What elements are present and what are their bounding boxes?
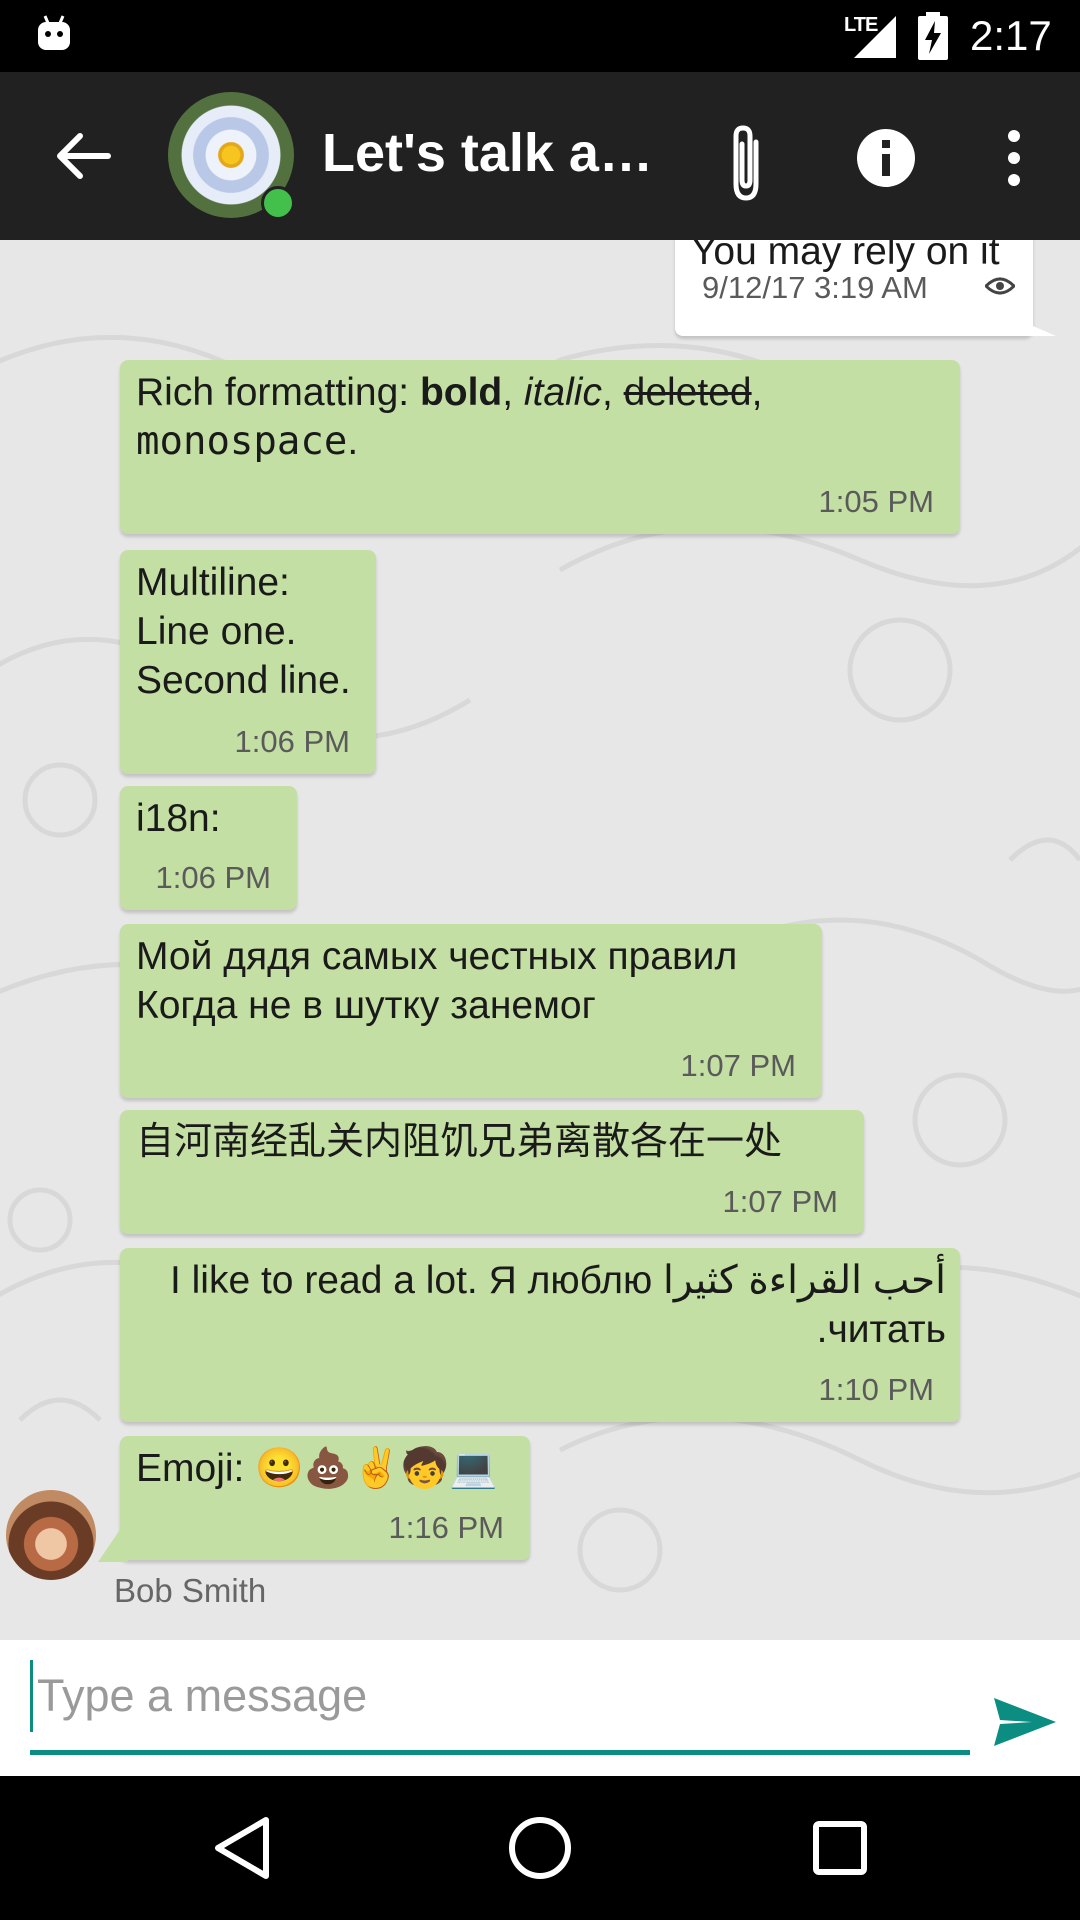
status-bar: LTE 2:17 <box>0 0 1080 72</box>
message-text-italic: italic <box>523 371 602 414</box>
online-status-dot <box>261 186 295 220</box>
message-text: You may rely on it <box>691 240 1000 273</box>
message-composer <box>0 1640 1080 1776</box>
message-text-strikethrough: deleted <box>623 371 752 414</box>
message-text-bold: bold <box>419 371 503 414</box>
message-time: 1:05 PM <box>818 484 934 519</box>
message-line: .читать <box>816 1308 946 1351</box>
message-bubble[interactable]: i18n: 1:06 PM <box>120 786 297 910</box>
chat-title[interactable]: Let's talk a… <box>322 122 662 192</box>
message-line: I like to read a lot. Я люблю أحب القراء… <box>169 1259 946 1302</box>
message-time: 1:07 PM <box>680 1048 796 1083</box>
status-time: 2:17 <box>970 12 1052 59</box>
message-text: Мой дядя самых честных правил Когда не в… <box>136 932 808 1030</box>
message-bubble[interactable]: 自河南经乱关内阻饥兄弟离散各在一处 1:07 PM <box>120 1110 864 1234</box>
message-text-plain: . <box>347 420 359 463</box>
message-text: 自河南经乱关内阻饥兄弟离散各在一处 <box>136 1121 783 1163</box>
message-text: i18n: <box>136 797 221 840</box>
read-receipt-eye-icon <box>985 277 1015 295</box>
message-text-separator: , <box>751 371 763 414</box>
message-line: Line one. <box>136 610 297 653</box>
back-arrow-icon[interactable] <box>50 122 118 190</box>
battery-charging-icon <box>918 12 948 60</box>
chat-toolbar: Let's talk a… <box>0 72 1080 240</box>
message-time: 1:06 PM <box>155 860 271 895</box>
message-time: 1:06 PM <box>234 724 350 759</box>
message-bubble[interactable]: I like to read a lot. Я люблю أحب القراء… <box>120 1248 960 1422</box>
send-icon[interactable] <box>992 1694 1058 1750</box>
more-options-icon[interactable] <box>1000 128 1028 188</box>
bubble-tail <box>1010 316 1056 336</box>
system-navigation-bar <box>0 1776 1080 1920</box>
message-time: 1:16 PM <box>388 1510 504 1545</box>
message-line: Second line. <box>136 659 351 702</box>
paperclip-icon[interactable] <box>716 122 776 206</box>
message-bubble[interactable]: Rich formatting: bold, italic, deleted, m… <box>120 360 960 534</box>
message-text: Multiline: Line one. Second line. <box>136 558 362 705</box>
nav-home-icon[interactable] <box>506 1814 574 1882</box>
message-bubble[interactable]: Multiline: Line one. Second line. 1:06 P… <box>120 550 376 774</box>
sender-avatar[interactable] <box>6 1490 96 1580</box>
message-text: Emoji: 😀💩✌🧒💻 <box>136 1447 498 1490</box>
input-underline <box>30 1750 970 1755</box>
message-bubble[interactable]: Emoji: 😀💩✌🧒💻 1:16 PM <box>120 1436 530 1560</box>
nav-back-icon[interactable] <box>214 1816 270 1880</box>
message-bubble[interactable]: Мой дядя самых честных правил Когда не в… <box>120 924 822 1098</box>
message-time: 1:07 PM <box>722 1184 838 1219</box>
message-text-plain: Rich formatting: <box>136 371 420 414</box>
message-list[interactable]: You may rely on it 9/12/17 3:19 AM Rich … <box>0 240 1080 1640</box>
message-time: 1:10 PM <box>818 1372 934 1407</box>
info-icon[interactable] <box>856 128 916 188</box>
message-line: Когда не в шутку занемог <box>136 984 596 1027</box>
android-notification-icon <box>38 15 70 50</box>
message-line: Multiline: <box>136 561 290 604</box>
message-text-monospace: monospace <box>136 419 348 464</box>
message-time: 9/12/17 3:19 AM <box>702 270 928 305</box>
bubble-tail <box>98 1518 128 1562</box>
chat-avatar[interactable] <box>168 92 296 220</box>
message-line: Мой дядя самых честных правил <box>136 935 738 978</box>
message-text-separator: , <box>601 371 624 414</box>
nav-recents-icon[interactable] <box>812 1820 868 1876</box>
outgoing-message[interactable]: You may rely on it 9/12/17 3:19 AM <box>675 240 1033 336</box>
message-text-separator: , <box>502 371 524 414</box>
message-input[interactable] <box>30 1660 977 1732</box>
message-text: Rich formatting: bold, italic, deleted, m… <box>136 368 946 466</box>
message-text: I like to read a lot. Я люблю أحب القراء… <box>136 1256 946 1354</box>
sender-name: Bob Smith <box>114 1572 267 1609</box>
signal-icon <box>854 16 896 58</box>
